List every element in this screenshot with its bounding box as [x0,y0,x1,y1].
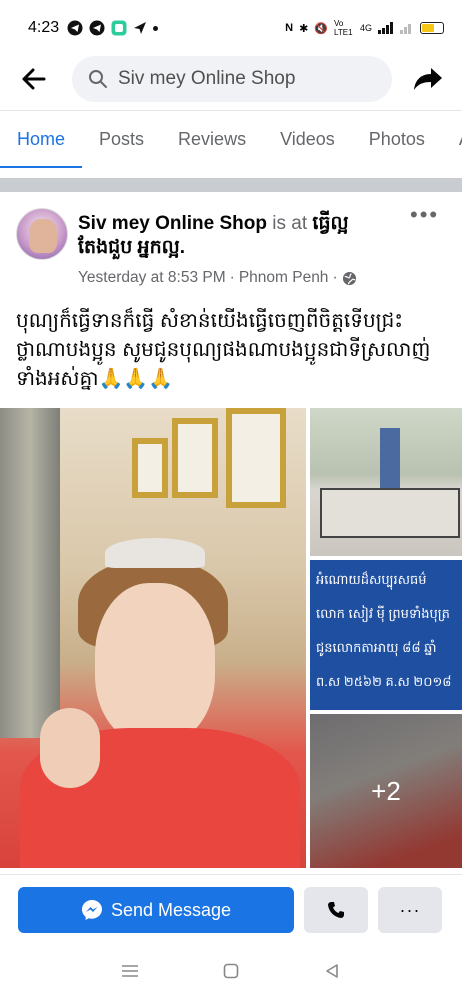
app-icon [111,20,127,36]
action-bar: Send Message ··· [0,874,462,942]
hand [40,708,100,788]
photo-sign[interactable]: អំណោយដ៏សប្បុរសធម៌ លោក សៀវ ម៉ី ព្រមទាំងបុ… [310,560,462,710]
volte-label: Vo LTE1 [333,19,353,37]
photo-more[interactable]: +2 [310,714,462,868]
bluetooth-icon: ✱ [299,22,309,35]
share-button[interactable] [410,61,446,97]
post-header: Siv mey Online Shop is at ធ្វើល្អ តែងជួប… [0,200,462,290]
more-photos-count: +2 [371,776,401,806]
status-time: 4:23 [28,19,60,36]
meta-separator: · [229,269,235,286]
meta-separator: · [332,269,338,286]
avatar[interactable] [16,208,68,260]
post-is-at: is at [272,213,308,234]
monument-base [320,488,460,538]
post-title: Siv mey Online Shop is at ធ្វើល្អ តែងជួប… [78,212,408,260]
signal-icon [378,22,393,34]
sign-line: ជូនលោកតាអាយុ ៨៨ ឆ្នាំ [316,640,437,655]
share-icon [414,68,442,90]
post-media: អំណោយដ៏សប្បុរសធម៌ លោក សៀវ ម៉ី ព្រមទាំងបុ… [0,408,462,868]
back-button[interactable] [16,61,52,97]
tab-videos[interactable]: Videos [263,111,352,168]
send-message-button[interactable]: Send Message [18,887,294,933]
signal-icon [400,24,411,34]
wall-frame [132,438,168,498]
tab-ab[interactable]: Ab [442,111,462,168]
post-options-button[interactable]: ••• [410,204,440,230]
dot-icon [153,25,159,31]
battery-icon [420,22,444,34]
system-nav-bar [0,942,462,1000]
triangle-back-icon [325,964,338,978]
search-icon [89,70,107,88]
search-value: Siv mey Online Shop [118,68,296,89]
battery-level [422,24,434,32]
tab-home[interactable]: Home [0,111,83,168]
page-tabs: HomePostsReviewsVideosPhotosAb [0,110,462,168]
search-header: Siv mey Online Shop [0,52,462,106]
system-icons: N ✱ 🔇 Vo LTE1 4G [285,19,444,37]
tab-photos[interactable]: Photos [352,111,442,168]
crown [105,538,205,568]
call-button[interactable] [304,887,368,933]
menu-icon [122,965,139,977]
curtain [0,408,60,738]
messenger-icon [81,900,102,920]
nfc-icon: N [285,22,294,34]
phone-icon [328,902,344,918]
notification-icons [67,20,159,36]
post-location[interactable]: Phnom Penh [239,269,329,287]
recents-button[interactable] [115,956,145,986]
post-timestamp[interactable]: Yesterday at 8:53 PM [78,269,226,287]
globe-icon [342,271,356,285]
search-input[interactable]: Siv mey Online Shop [72,56,392,102]
wall-frame [226,408,286,508]
face [95,583,215,743]
main-photo[interactable] [0,408,306,868]
more-actions-button[interactable]: ··· [378,887,442,933]
post-text: បុណ្យក៏ធ្វើទានក៏ធ្វើ សំខាន់យើងធ្វើចេញពីច… [16,310,431,390]
home-button[interactable] [216,956,246,986]
square-icon [223,963,239,979]
wall-frame [172,418,218,498]
status-bar: 4:23 N ✱ 🔇 Vo LTE1 4G [0,0,462,56]
back-arrow-icon [22,68,46,90]
sign-line: ព.ស ២៥៦២ គ.ស ២០១៨ [316,674,452,689]
send-icon [134,22,147,34]
tab-posts[interactable]: Posts [82,111,161,168]
section-divider [0,178,462,192]
sign-line: អំណោយដ៏សប្បុរសធម៌ [316,572,427,587]
signal-4g-label: 4G [359,23,372,33]
photo-monument[interactable] [310,408,462,556]
sign-line: លោក សៀវ ម៉ី ព្រមទាំងបុត្រ [316,606,450,621]
avatar-portrait [29,219,57,253]
telegram-icon [89,20,105,36]
tab-reviews[interactable]: Reviews [161,111,263,168]
back-nav-button[interactable] [317,956,347,986]
post-meta: Yesterday at 8:53 PM · Phnom Penh · [78,269,357,287]
mute-icon: 🔇 [314,22,328,35]
telegram-icon [67,20,83,36]
post-author-link[interactable]: Siv mey Online Shop [78,213,267,234]
send-message-label: Send Message [110,899,232,920]
